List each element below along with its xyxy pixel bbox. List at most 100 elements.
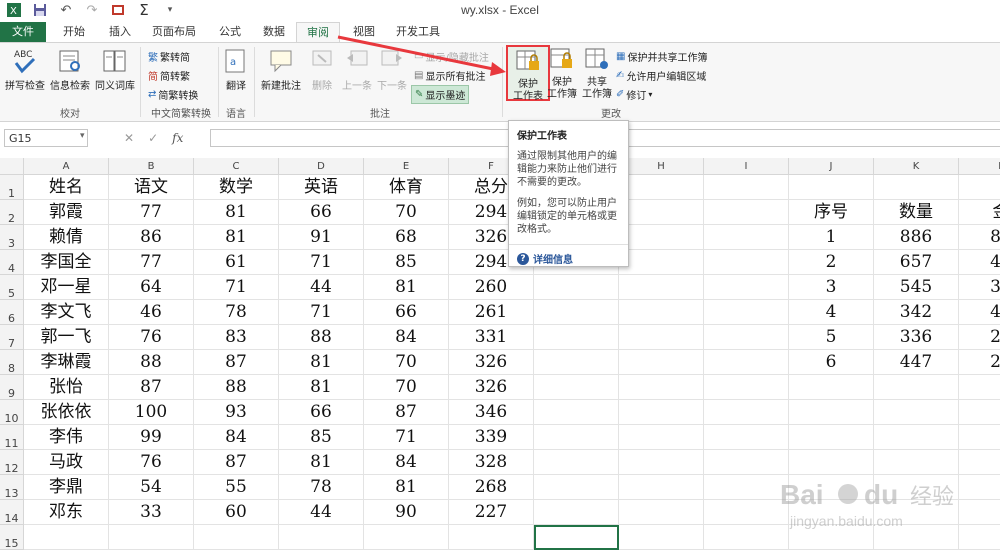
cell-B3[interactable]: 86 [109, 225, 194, 250]
cell-I8[interactable] [704, 350, 789, 375]
cell-B6[interactable]: 46 [109, 300, 194, 325]
cell-J5[interactable]: 3 [789, 275, 874, 300]
insert-function-icon[interactable]: fx [172, 129, 183, 147]
cell-H8[interactable] [619, 350, 704, 375]
cell-I9[interactable] [704, 375, 789, 400]
cell-L5[interactable]: 35 [959, 275, 1000, 300]
cell-K5[interactable]: 545 [874, 275, 959, 300]
cell-A6[interactable]: 李文飞 [24, 300, 109, 325]
cell-J4[interactable]: 2 [789, 250, 874, 275]
cell-E6[interactable]: 66 [364, 300, 449, 325]
cell-D14[interactable]: 44 [279, 500, 364, 525]
cell-B7[interactable]: 76 [109, 325, 194, 350]
cell-B2[interactable]: 77 [109, 200, 194, 225]
column-header-D[interactable]: D [279, 158, 364, 175]
cell-E3[interactable]: 68 [364, 225, 449, 250]
cell-F10[interactable]: 346 [449, 400, 534, 425]
column-header-C[interactable]: C [194, 158, 279, 175]
cell-H3[interactable] [619, 225, 704, 250]
cell-H4[interactable] [619, 250, 704, 275]
cell-F13[interactable]: 268 [449, 475, 534, 500]
cell-H15[interactable] [619, 525, 704, 550]
name-box[interactable]: G15 [4, 129, 88, 147]
cell-F14[interactable]: 227 [449, 500, 534, 525]
cell-J10[interactable] [789, 400, 874, 425]
cell-K1[interactable] [874, 175, 959, 200]
cell-J8[interactable]: 6 [789, 350, 874, 375]
cell-D8[interactable]: 81 [279, 350, 364, 375]
cell-K12[interactable] [874, 450, 959, 475]
cell-B14[interactable]: 33 [109, 500, 194, 525]
row-header-15[interactable]: 15 [0, 525, 24, 550]
cell-A11[interactable]: 李伟 [24, 425, 109, 450]
cell-I12[interactable] [704, 450, 789, 475]
cell-C13[interactable]: 55 [194, 475, 279, 500]
column-header-I[interactable]: I [704, 158, 789, 175]
cell-E13[interactable]: 81 [364, 475, 449, 500]
cell-F9[interactable]: 326 [449, 375, 534, 400]
cell-F5[interactable]: 260 [449, 275, 534, 300]
cell-J3[interactable]: 1 [789, 225, 874, 250]
cell-H10[interactable] [619, 400, 704, 425]
cell-I6[interactable] [704, 300, 789, 325]
cell-E10[interactable]: 87 [364, 400, 449, 425]
cell-I11[interactable] [704, 425, 789, 450]
cell-G12[interactable] [534, 450, 619, 475]
cell-F6[interactable]: 261 [449, 300, 534, 325]
cell-J11[interactable] [789, 425, 874, 450]
cell-C3[interactable]: 81 [194, 225, 279, 250]
cell-C5[interactable]: 71 [194, 275, 279, 300]
row-header-14[interactable]: 14 [0, 500, 24, 525]
tooltip-more-info-link[interactable]: ? 详细信息 [517, 251, 620, 266]
cell-D1[interactable]: 英语 [279, 175, 364, 200]
cell-F12[interactable]: 328 [449, 450, 534, 475]
cell-H9[interactable] [619, 375, 704, 400]
row-header-10[interactable]: 10 [0, 400, 24, 425]
column-header-B[interactable]: B [109, 158, 194, 175]
cell-H11[interactable] [619, 425, 704, 450]
cell-E1[interactable]: 体育 [364, 175, 449, 200]
cell-G5[interactable] [534, 275, 619, 300]
cell-E9[interactable]: 70 [364, 375, 449, 400]
active-cell-G15[interactable] [534, 525, 619, 550]
cell-C1[interactable]: 数学 [194, 175, 279, 200]
cell-A4[interactable]: 李国全 [24, 250, 109, 275]
cell-D13[interactable]: 78 [279, 475, 364, 500]
cell-E7[interactable]: 84 [364, 325, 449, 350]
cell-K7[interactable]: 336 [874, 325, 959, 350]
cell-K4[interactable]: 657 [874, 250, 959, 275]
cell-I3[interactable] [704, 225, 789, 250]
row-header-6[interactable]: 6 [0, 300, 24, 325]
cell-L7[interactable]: 21 [959, 325, 1000, 350]
cell-C6[interactable]: 78 [194, 300, 279, 325]
cell-D10[interactable]: 66 [279, 400, 364, 425]
cell-K3[interactable]: 886 [874, 225, 959, 250]
column-header-H[interactable]: H [619, 158, 704, 175]
row-header-8[interactable]: 8 [0, 350, 24, 375]
cell-H13[interactable] [619, 475, 704, 500]
cell-L6[interactable]: 41 [959, 300, 1000, 325]
cell-G13[interactable] [534, 475, 619, 500]
cell-L8[interactable]: 23 [959, 350, 1000, 375]
cell-B8[interactable]: 88 [109, 350, 194, 375]
cell-B15[interactable] [109, 525, 194, 550]
select-all-corner[interactable] [0, 158, 24, 175]
cell-D7[interactable]: 88 [279, 325, 364, 350]
cell-D12[interactable]: 81 [279, 450, 364, 475]
cell-A3[interactable]: 赖倩 [24, 225, 109, 250]
cell-A13[interactable]: 李鼎 [24, 475, 109, 500]
cell-J9[interactable] [789, 375, 874, 400]
cell-H6[interactable] [619, 300, 704, 325]
cell-I7[interactable] [704, 325, 789, 350]
cell-K2[interactable]: 数量 [874, 200, 959, 225]
cell-C11[interactable]: 84 [194, 425, 279, 450]
column-header-J[interactable]: J [789, 158, 874, 175]
cell-L4[interactable]: 45 [959, 250, 1000, 275]
cell-H14[interactable] [619, 500, 704, 525]
cell-A5[interactable]: 邓一星 [24, 275, 109, 300]
row-header-1[interactable]: 1 [0, 175, 24, 200]
cell-C15[interactable] [194, 525, 279, 550]
cell-J6[interactable]: 4 [789, 300, 874, 325]
cell-I10[interactable] [704, 400, 789, 425]
cell-G7[interactable] [534, 325, 619, 350]
